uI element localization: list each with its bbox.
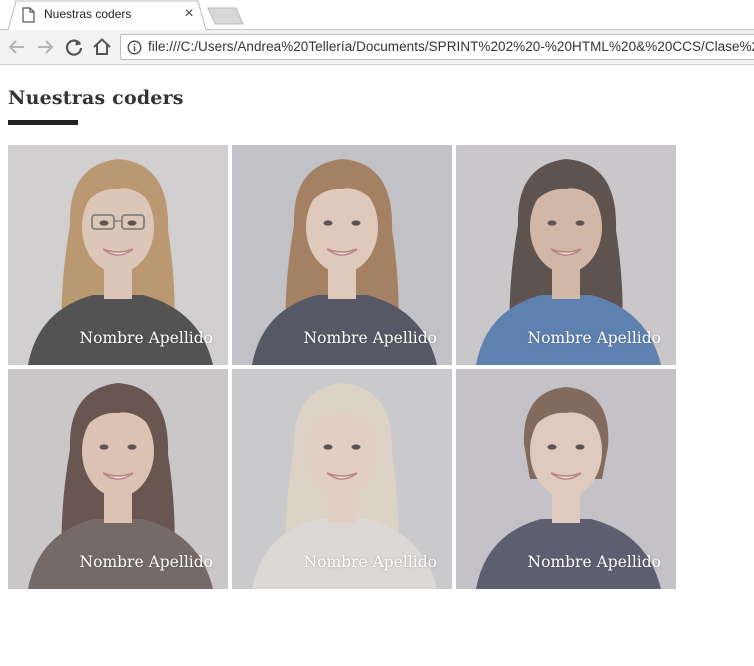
close-tab-icon[interactable]: ×: [180, 5, 198, 23]
url-text[interactable]: file:///C:/Users/Andrea%20Tellería/Docum…: [148, 39, 754, 54]
coder-name: Nombre Apellido: [79, 329, 213, 347]
back-button[interactable]: [6, 36, 28, 58]
reload-button[interactable]: [63, 36, 85, 58]
page-icon: [22, 7, 35, 23]
coder-card[interactable]: Nombre Apellido: [456, 145, 676, 365]
coder-card[interactable]: Nombre Apellido: [8, 369, 228, 589]
tab-strip: Nuestras coders ×: [0, 0, 754, 31]
forward-button[interactable]: [34, 36, 56, 58]
coder-name: Nombre Apellido: [303, 553, 437, 571]
browser-toolbar: file:///C:/Users/Andrea%20Tellería/Docum…: [0, 30, 754, 65]
coder-card[interactable]: Nombre Apellido: [232, 145, 452, 365]
coder-card[interactable]: Nombre Apellido: [456, 369, 676, 589]
page-title: Nuestras coders: [8, 87, 184, 109]
coder-name: Nombre Apellido: [303, 329, 437, 347]
home-icon: [93, 38, 111, 55]
reload-icon: [65, 39, 83, 56]
browser-tab[interactable]: Nuestras coders ×: [0, 0, 210, 31]
coder-name: Nombre Apellido: [527, 553, 661, 571]
coder-card[interactable]: Nombre Apellido: [8, 145, 228, 365]
arrow-left-icon: [8, 40, 24, 54]
coder-name: Nombre Apellido: [79, 553, 213, 571]
coder-card[interactable]: Nombre Apellido: [232, 369, 452, 589]
coders-grid: Nombre Apellido Nombre Apellido Nombre Ape…: [8, 145, 680, 590]
tab-title: Nuestras coders: [44, 7, 132, 21]
coder-name: Nombre Apellido: [527, 329, 661, 347]
address-bar[interactable]: file:///C:/Users/Andrea%20Tellería/Docum…: [120, 34, 754, 60]
home-button[interactable]: [91, 36, 113, 58]
title-underline: [8, 120, 78, 125]
new-tab-button[interactable]: [206, 6, 246, 26]
arrow-right-icon: [38, 40, 54, 54]
page-content: Nuestras coders Nombre Apellido Nombre Ap…: [0, 66, 754, 666]
info-icon[interactable]: [127, 40, 142, 55]
